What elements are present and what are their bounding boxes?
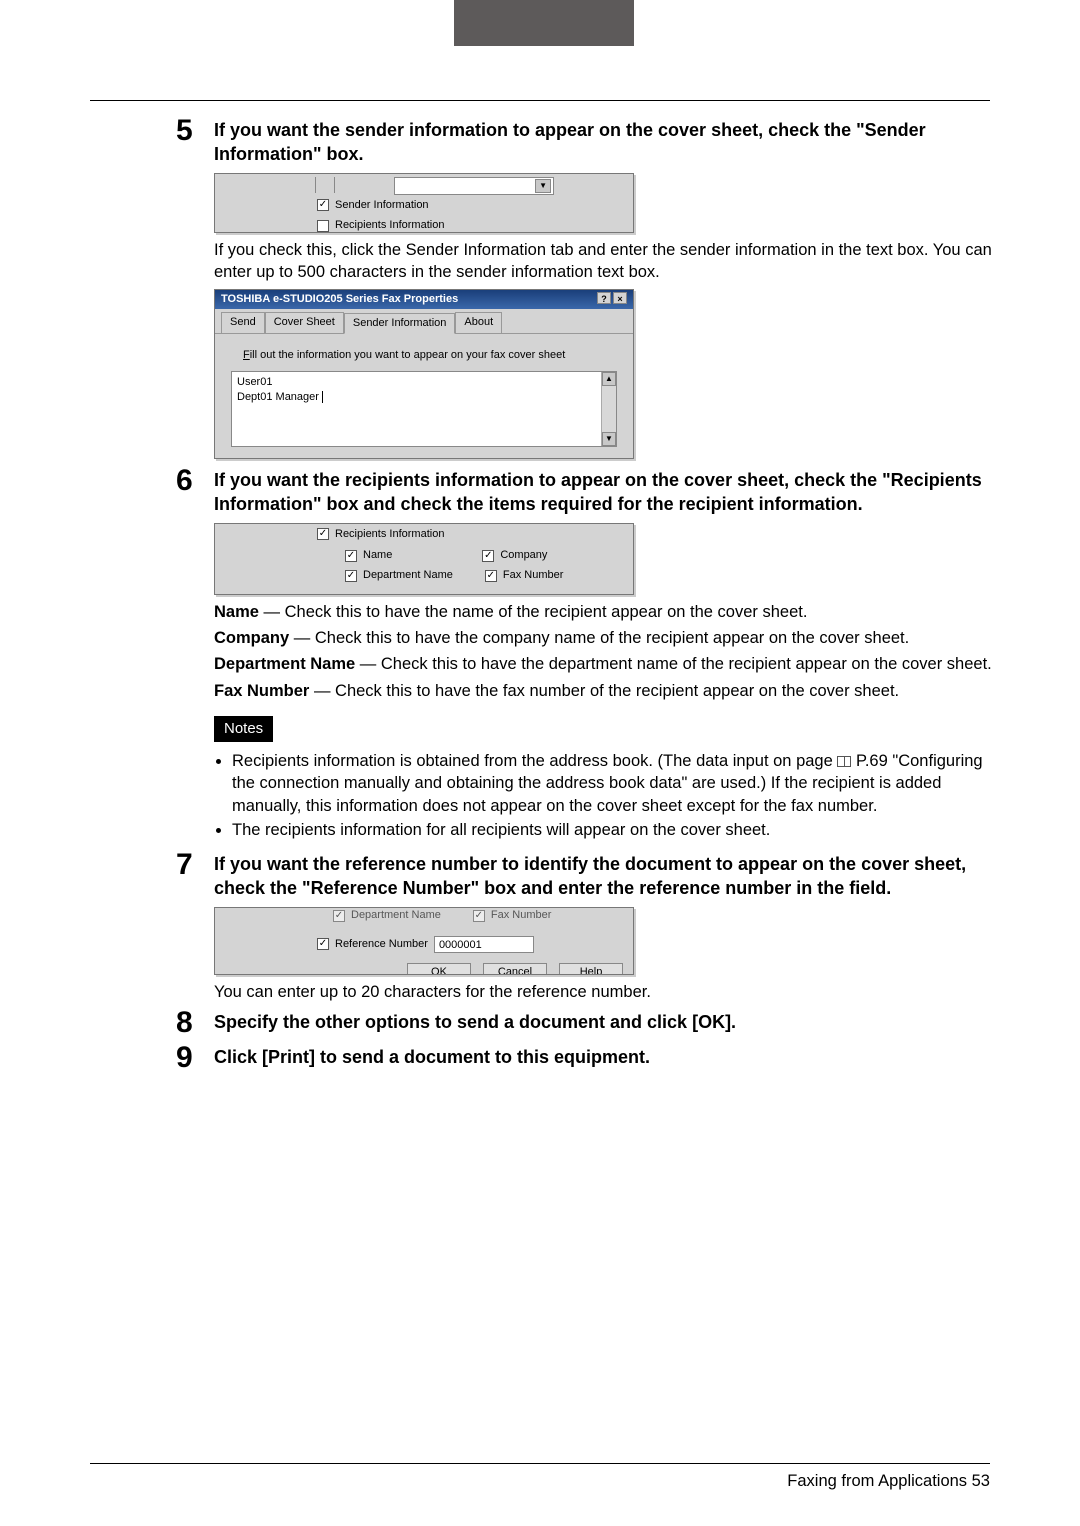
- step-7: 7 If you want the reference number to id…: [176, 849, 992, 901]
- checkbox-label: Fax Number: [503, 569, 564, 581]
- scroll-down-icon[interactable]: ▼: [602, 432, 616, 446]
- checkbox-department-name[interactable]: [345, 570, 357, 582]
- checkbox-fax-number[interactable]: [485, 570, 497, 582]
- dialog-hint: FFill out the information you want to ap…: [215, 334, 633, 365]
- page-content: 5 If you want the sender information to …: [176, 115, 992, 1078]
- tab-cover-sheet[interactable]: Cover Sheet: [265, 312, 344, 333]
- screenshot-reference-number: Department Name Fax Number Reference Num…: [214, 907, 634, 975]
- checkbox-sender-info[interactable]: [317, 199, 329, 211]
- dropdown[interactable]: [394, 177, 554, 195]
- screenshot-sender-info-dialog: TOSHIBA e-STUDIO205 Series Fax Propertie…: [214, 289, 634, 459]
- help-icon[interactable]: ?: [597, 292, 611, 304]
- book-icon: [837, 756, 851, 767]
- ok-button[interactable]: OK: [407, 963, 471, 975]
- step-title: If you want the reference number to iden…: [214, 852, 992, 901]
- step-title: If you want the recipients information t…: [214, 468, 992, 517]
- close-icon[interactable]: ×: [613, 292, 627, 304]
- step-title: Click [Print] to send a document to this…: [214, 1045, 992, 1069]
- step-number: 6: [176, 465, 214, 497]
- desc-fax: Fax Number — Check this to have the fax …: [214, 680, 992, 702]
- tab-sender-information[interactable]: Sender Information: [344, 313, 456, 334]
- window-buttons: ?×: [595, 292, 627, 307]
- screenshot-recipients-info: Recipients Information Name Company Depa…: [214, 523, 634, 595]
- rule-bottom: [90, 1463, 990, 1464]
- step-title: Specify the other options to send a docu…: [214, 1010, 992, 1034]
- step-9: 9 Click [Print] to send a document to th…: [176, 1042, 992, 1074]
- desc-name: Name — Check this to have the name of th…: [214, 601, 992, 623]
- step-paragraph: If you check this, click the Sender Info…: [214, 239, 992, 284]
- checkbox-department-name[interactable]: [333, 910, 345, 922]
- step-number: 7: [176, 849, 214, 881]
- textarea-line: Dept01 Manager: [237, 390, 611, 405]
- desc-company: Company — Check this to have the company…: [214, 627, 992, 649]
- window-title: TOSHIBA e-STUDIO205 Series Fax Propertie…: [221, 292, 458, 307]
- scroll-up-icon[interactable]: ▲: [602, 372, 616, 386]
- step-paragraph: You can enter up to 20 characters for th…: [214, 981, 992, 1003]
- checkbox-label: Company: [500, 549, 547, 561]
- checkbox-label: Recipients Information: [335, 527, 444, 542]
- reference-input[interactable]: 0000001: [434, 936, 534, 953]
- checkbox-label: Reference Number: [335, 937, 428, 952]
- checkbox-label: Fax Number: [491, 909, 552, 921]
- screenshot-sender-checkbox: Sender Information Recipients Informatio…: [214, 173, 634, 233]
- checkbox-name[interactable]: [345, 550, 357, 562]
- cancel-button[interactable]: Cancel: [483, 963, 547, 975]
- checkbox-recipients-info[interactable]: [317, 528, 329, 540]
- scrollbar[interactable]: ▲ ▼: [601, 372, 616, 446]
- note-item: Recipients information is obtained from …: [232, 750, 992, 817]
- rule-top: [90, 100, 990, 101]
- checkbox-label: Name: [363, 549, 392, 561]
- notes-list: Recipients information is obtained from …: [232, 750, 992, 841]
- step-number: 8: [176, 1007, 214, 1039]
- step-title: If you want the sender information to ap…: [214, 118, 992, 167]
- step-number: 5: [176, 115, 214, 147]
- page-footer: Faxing from Applications 53: [787, 1472, 990, 1491]
- notes-heading: Notes: [214, 716, 273, 742]
- help-button[interactable]: Help: [559, 963, 623, 975]
- step-6: 6 If you want the recipients information…: [176, 465, 992, 517]
- checkbox-label: Department Name: [363, 569, 453, 581]
- step-5: 5 If you want the sender information to …: [176, 115, 992, 167]
- header-tab-block: [454, 0, 634, 46]
- checkbox-label: Department Name: [351, 909, 441, 921]
- checkbox-reference-number[interactable]: [317, 938, 329, 950]
- checkbox-recipients-info[interactable]: [317, 220, 329, 232]
- tab-about[interactable]: About: [455, 312, 502, 333]
- checkbox-label: Recipients Information: [335, 218, 444, 232]
- step-number: 9: [176, 1042, 214, 1074]
- desc-department: Department Name — Check this to have the…: [214, 653, 992, 675]
- step-8: 8 Specify the other options to send a do…: [176, 1007, 992, 1039]
- checkbox-label: Sender Information: [335, 198, 429, 213]
- note-item: The recipients information for all recip…: [232, 819, 992, 841]
- checkbox-fax-number[interactable]: [473, 910, 485, 922]
- tab-send[interactable]: Send: [221, 312, 265, 333]
- dialog-tabs: Send Cover Sheet Sender Information Abou…: [215, 309, 633, 334]
- sender-textarea[interactable]: User01 Dept01 Manager ▲ ▼: [231, 371, 617, 447]
- textarea-line: User01: [237, 375, 611, 390]
- checkbox-company[interactable]: [482, 550, 494, 562]
